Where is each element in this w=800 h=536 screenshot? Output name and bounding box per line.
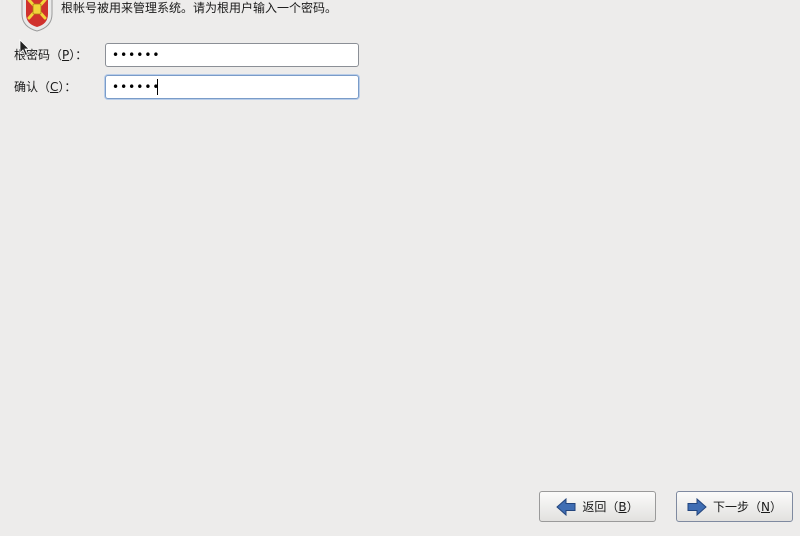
mouse-cursor-icon: [19, 39, 30, 57]
confirm-password-input[interactable]: [105, 75, 359, 99]
root-password-input[interactable]: [105, 43, 359, 67]
back-button-label: 返回（B）: [582, 500, 639, 514]
text-caret: [157, 79, 158, 95]
arrow-left-icon: [556, 497, 576, 516]
intro-text: 根帐号被用来管理系统。请为根用户输入一个密码。: [61, 1, 338, 15]
confirm-password-row: 确认（C）：: [0, 75, 380, 99]
next-button[interactable]: 下一步（N）: [676, 491, 793, 522]
root-password-row: 根密码（P）：: [0, 43, 380, 67]
back-button[interactable]: 返回（B）: [539, 491, 656, 522]
next-button-label: 下一步（N）: [712, 500, 782, 514]
shield-icon: [21, 0, 53, 32]
header: 根帐号被用来管理系统。请为根用户输入一个密码。: [0, 0, 800, 40]
confirm-password-label: 确认（C）：: [14, 80, 77, 94]
arrow-right-icon: [687, 497, 707, 516]
